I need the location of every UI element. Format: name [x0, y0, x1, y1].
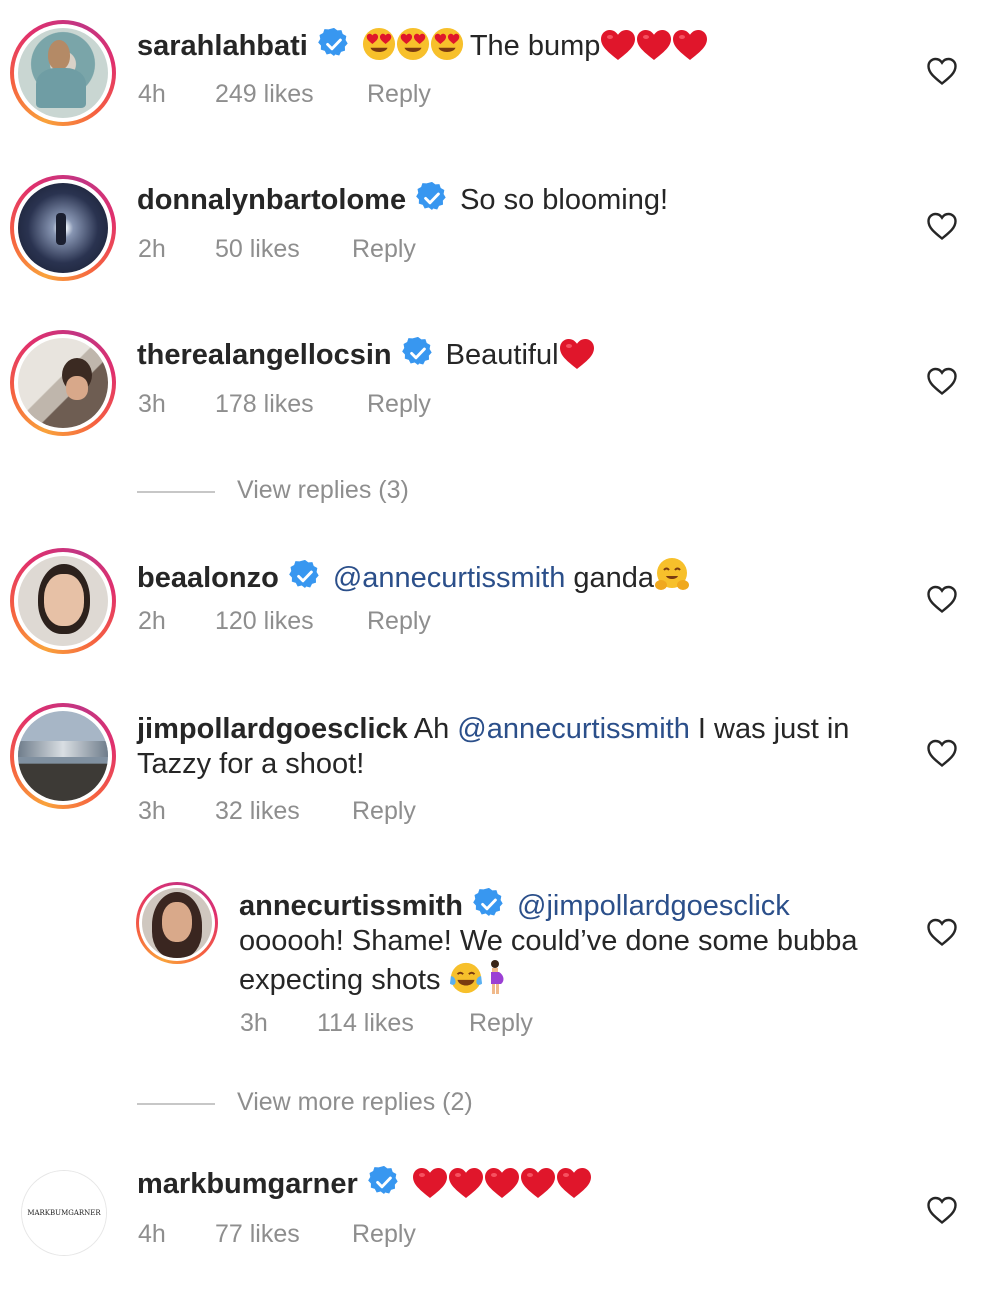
avatar-logo-text: MARKBUMGARNER	[27, 1209, 101, 1217]
reply-button[interactable]: Reply	[352, 235, 416, 264]
reply-button[interactable]: Reply	[469, 1009, 533, 1038]
avatar[interactable]	[10, 20, 116, 126]
red-heart-emoji-icon	[600, 29, 636, 61]
avatar[interactable]	[10, 703, 116, 809]
comment-likes[interactable]: 120 likes	[215, 607, 314, 636]
reply-text-line: expecting shots	[239, 964, 449, 996]
comment-time: 4h	[138, 80, 166, 108]
like-heart-icon[interactable]	[926, 738, 958, 768]
reply-button[interactable]: Reply	[367, 607, 431, 636]
reply-button[interactable]: Reply	[352, 797, 416, 826]
comment-likes[interactable]: 178 likes	[215, 390, 314, 419]
comment-time: 2h	[138, 235, 166, 263]
comment-time: 3h	[138, 390, 166, 418]
divider	[137, 1103, 215, 1105]
pregnant-woman-emoji-icon	[483, 959, 507, 995]
red-heart-emoji-icon	[559, 338, 595, 370]
like-heart-icon[interactable]	[926, 584, 958, 614]
avatar[interactable]	[10, 175, 116, 281]
like-heart-icon[interactable]	[926, 56, 958, 86]
reply-button[interactable]: Reply	[367, 80, 431, 109]
comment-text: So so blooming!	[460, 184, 669, 216]
comment-likes[interactable]: 50 likes	[215, 235, 300, 264]
mention-link[interactable]: @annecurtissmith	[333, 562, 566, 594]
red-heart-emoji-icon	[412, 1167, 448, 1199]
hugging-face-emoji-icon	[654, 557, 690, 593]
view-replies-label[interactable]: View replies (3)	[237, 476, 409, 505]
verified-icon	[473, 888, 505, 920]
mention-link[interactable]: @jimpollardgoesclick	[517, 890, 790, 922]
red-heart-emoji-icon	[484, 1167, 520, 1199]
comment-username[interactable]: markbumgarner	[137, 1168, 358, 1200]
like-heart-icon[interactable]	[926, 917, 958, 947]
red-heart-emoji-icon	[636, 29, 672, 61]
verified-icon	[318, 28, 350, 60]
reply-button[interactable]: Reply	[352, 1220, 416, 1249]
verified-icon	[402, 337, 434, 369]
heart-eyes-emoji-icon	[396, 27, 430, 61]
reply-time: 3h	[240, 1009, 268, 1037]
avatar[interactable]	[136, 882, 218, 964]
comment-username[interactable]: therealangellocsin	[137, 339, 392, 371]
comment-username[interactable]: jimpollardgoesclick	[137, 713, 408, 745]
comment-text-line: Tazzy for a shoot!	[137, 748, 365, 780]
avatar[interactable]	[10, 330, 116, 436]
comment-time: 2h	[138, 607, 166, 635]
heart-eyes-emoji-icon	[430, 27, 464, 61]
reply-text-line: oooooh! Shame! We could’ve done some bub…	[239, 925, 858, 957]
comment-text: I was just in	[689, 713, 850, 745]
comment-username[interactable]: sarahlahbati	[137, 30, 308, 62]
comment-likes[interactable]: 77 likes	[215, 1220, 300, 1249]
comment-likes[interactable]: 249 likes	[215, 80, 314, 109]
verified-icon	[368, 1166, 400, 1198]
like-heart-icon[interactable]	[926, 211, 958, 241]
comment-time: 4h	[138, 1220, 166, 1248]
mention-link[interactable]: @annecurtissmith	[457, 713, 690, 745]
tears-of-joy-emoji-icon	[449, 961, 483, 995]
comment-likes[interactable]: 32 likes	[215, 797, 300, 826]
comment-text: Beautiful	[445, 339, 559, 371]
heart-eyes-emoji-icon	[362, 27, 396, 61]
comment-text: Ah	[413, 713, 458, 745]
comment-time: 3h	[138, 797, 166, 825]
comment-username[interactable]: donnalynbartolome	[137, 184, 406, 216]
reply-button[interactable]: Reply	[367, 390, 431, 419]
view-more-replies-label[interactable]: View more replies (2)	[237, 1088, 473, 1117]
comment-text: ganda	[565, 562, 655, 594]
verified-icon	[416, 182, 448, 214]
like-heart-icon[interactable]	[926, 1195, 958, 1225]
avatar[interactable]: MARKBUMGARNER	[21, 1170, 107, 1256]
reply-username[interactable]: annecurtissmith	[239, 890, 463, 922]
red-heart-emoji-icon	[520, 1167, 556, 1199]
red-heart-emoji-icon	[556, 1167, 592, 1199]
avatar[interactable]	[10, 548, 116, 654]
like-heart-icon[interactable]	[926, 366, 958, 396]
red-heart-emoji-icon	[672, 29, 708, 61]
reply-likes[interactable]: 114 likes	[317, 1009, 414, 1038]
comment-text: The bump	[469, 30, 601, 62]
red-heart-emoji-icon	[448, 1167, 484, 1199]
verified-icon	[289, 560, 321, 592]
divider	[137, 491, 215, 493]
comment-username[interactable]: beaalonzo	[137, 562, 279, 594]
